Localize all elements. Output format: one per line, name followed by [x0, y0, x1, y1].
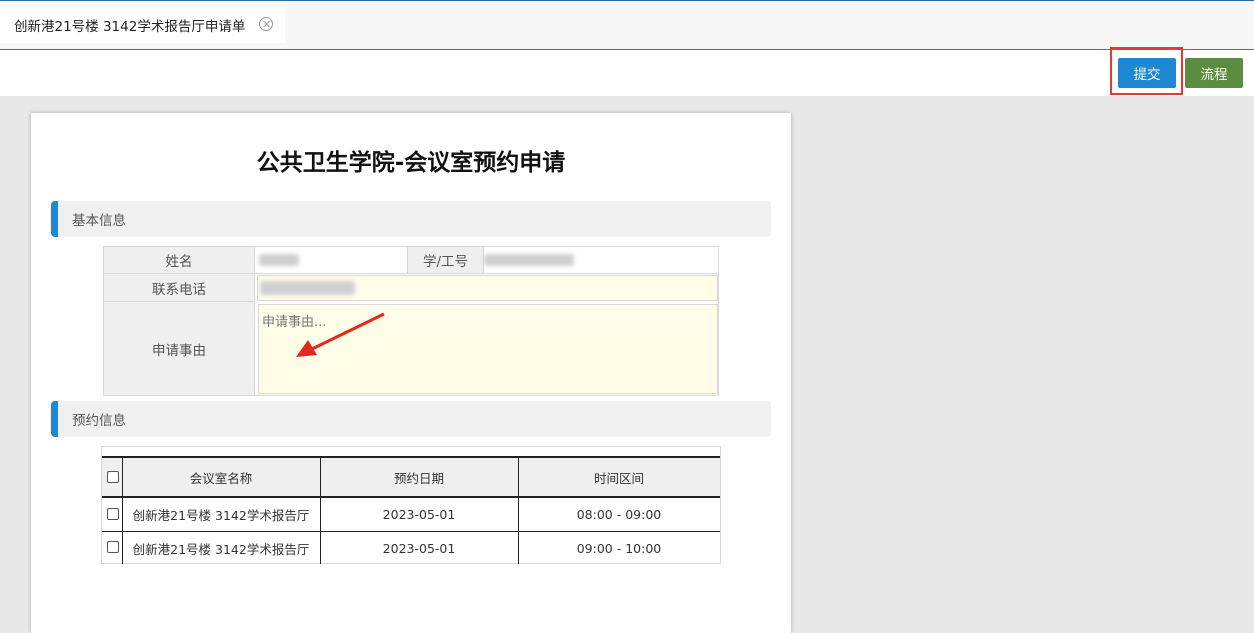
blurred-name	[259, 254, 299, 266]
toolbar: 提交 流程	[0, 47, 1254, 96]
booking-table: 会议室名称 预约日期 时间区间 创新港21号楼 3142学术报告厅 2023-0…	[101, 446, 721, 564]
phone-field[interactable]	[257, 275, 718, 301]
close-icon[interactable]	[259, 17, 273, 31]
tab-application-form[interactable]: 创新港21号楼 3142学术报告厅申请单	[0, 7, 285, 43]
tab-bar: 创新港21号楼 3142学术报告厅申请单	[0, 1, 1254, 50]
id-label: 学/工号	[408, 247, 484, 274]
table-header: 会议室名称 预约日期 时间区间	[102, 456, 720, 498]
cell-time: 08:00 - 09:00	[576, 507, 662, 522]
form-title: 公共卫生学院-会议室预约申请	[256, 150, 566, 176]
highlight-box	[1110, 47, 1183, 95]
name-label: 姓名	[104, 247, 255, 274]
row-checkbox[interactable]	[107, 541, 119, 553]
header-date: 预约日期	[393, 470, 444, 486]
name-field[interactable]	[255, 247, 408, 274]
header-time: 时间区间	[593, 470, 644, 486]
row-checkbox[interactable]	[107, 508, 119, 520]
cell-room: 创新港21号楼 3142学术报告厅	[132, 508, 310, 523]
blurred-phone	[260, 281, 355, 295]
section-basic-info: 基本信息	[51, 201, 771, 237]
phone-label: 联系电话	[104, 274, 255, 302]
blurred-id	[484, 254, 574, 266]
reason-label: 申请事由	[104, 302, 255, 395]
cell-date: 2023-05-01	[382, 507, 456, 522]
cell-time: 09:00 - 10:00	[576, 540, 662, 556]
id-field[interactable]	[484, 247, 718, 274]
tab-label: 创新港21号楼 3142学术报告厅申请单	[14, 19, 246, 35]
header-room: 会议室名称	[189, 470, 253, 486]
cell-room: 创新港21号楼 3142学术报告厅	[132, 541, 310, 557]
select-all-checkbox[interactable]	[107, 471, 119, 483]
section-booking-info: 预约信息	[51, 401, 771, 437]
col-divider	[518, 456, 519, 498]
flow-button[interactable]: 流程	[1185, 58, 1243, 88]
annotation-arrow	[296, 312, 385, 357]
cell-date: 2023-05-01	[382, 540, 456, 556]
form-paper: 公共卫生学院-会议室预约申请 基本信息 姓名 学/工号 联系电话 申请事由 申请…	[31, 113, 791, 633]
basic-info-grid: 姓名 学/工号 联系电话 申请事由 申请事由...	[103, 246, 719, 396]
